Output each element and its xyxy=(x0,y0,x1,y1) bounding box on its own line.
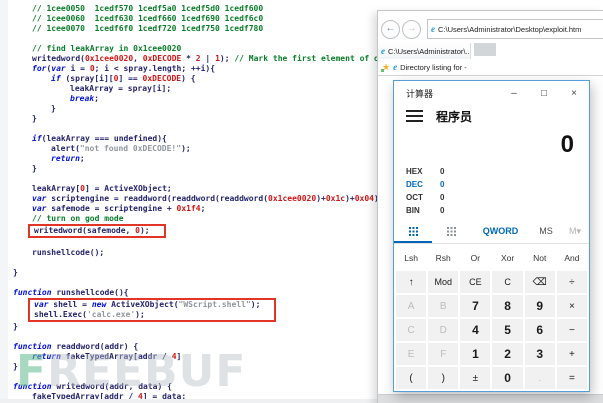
full-keypad-icon[interactable] xyxy=(394,219,432,243)
forward-button[interactable]: → xyxy=(402,19,421,39)
calc-menu-row: 程序员 xyxy=(394,105,589,127)
favorites-bar: ★ e Directory listing for - xyxy=(378,60,603,76)
favorites-star-icon[interactable]: ★ xyxy=(380,63,390,72)
calc-key-hex-a[interactable]: A xyxy=(396,295,427,317)
window-bottom-edge xyxy=(378,394,603,403)
address-bar[interactable]: e C:\Users\Administrator\Desktop\exploit… xyxy=(427,19,603,39)
calc-key-decimal[interactable]: . xyxy=(524,367,555,389)
radix-value-bin: 0 xyxy=(440,206,445,215)
calc-key-subtract[interactable]: − xyxy=(556,319,587,341)
calc-key-one[interactable]: 1 xyxy=(460,343,491,365)
screenshot-root: // 1cee0050 1cedf570 1cedf5a0 1cedf5d0 1… xyxy=(0,0,603,403)
hamburger-menu-icon[interactable] xyxy=(406,110,423,122)
back-button[interactable]: ← xyxy=(381,19,400,39)
calc-key-hex-b[interactable]: B xyxy=(428,295,459,317)
calc-keypad: Lsh Rsh Or Xor Not And ↑ Mod CE C ⌫ ÷ A B 7 8 9 × C D 4 5 6− E F… xyxy=(396,247,587,389)
radix-value-dec: 0 xyxy=(440,180,445,189)
radix-value-oct: 0 xyxy=(440,193,445,202)
red-highlight-box: var shell = new ActiveXObject("WScript.s… xyxy=(28,298,277,322)
calc-key-two[interactable]: 2 xyxy=(492,343,523,365)
calc-key-nine[interactable]: 9 xyxy=(524,295,555,317)
window-controls: – □ × xyxy=(499,88,589,99)
calc-key-four[interactable]: 4 xyxy=(460,319,491,341)
favorites-link[interactable]: Directory listing for - xyxy=(400,63,467,72)
minimize-button[interactable]: – xyxy=(499,88,529,99)
radix-value-hex: 0 xyxy=(440,167,445,176)
calc-key-rsh[interactable]: Rsh xyxy=(428,247,458,269)
radix-row-hex[interactable]: HEX 0 xyxy=(406,165,589,178)
calc-key-equals[interactable]: = xyxy=(556,367,587,389)
calculator-window: 计算器 – □ × 程序员 0 HEX 0 DEC 0 OCT 0 BIN 0 QWORD M… xyxy=(393,80,590,392)
calc-key-open-paren[interactable]: ( xyxy=(396,367,427,389)
calc-key-clear-entry[interactable]: CE xyxy=(460,271,491,293)
calc-key-shift-up[interactable]: ↑ xyxy=(396,271,427,293)
bit-toggle-keypad-icon[interactable] xyxy=(432,219,470,243)
memory-store-button[interactable]: MS xyxy=(531,226,561,236)
code-line: writedword(safemode, 0); xyxy=(34,226,150,235)
calc-key-six[interactable]: 6 xyxy=(524,319,555,341)
calc-key-lsh[interactable]: Lsh xyxy=(396,247,426,269)
calc-key-zero[interactable]: 0 xyxy=(492,367,523,389)
calc-key-and[interactable]: And xyxy=(557,247,587,269)
code-line: var shell = new ActiveXObject("WScript.s… xyxy=(34,300,261,309)
calc-mode-label: 程序员 xyxy=(436,109,473,124)
calc-key-or[interactable]: Or xyxy=(460,247,490,269)
calc-titlebar: 计算器 – □ × xyxy=(394,81,589,105)
ie-tab-icon: e xyxy=(381,45,385,56)
calc-key-eight[interactable]: 8 xyxy=(492,295,523,317)
red-highlight-box: writedword(safemode, 0); xyxy=(28,224,166,238)
maximize-button[interactable]: □ xyxy=(529,88,559,99)
code-line: shell.Exec('calc.exe'); xyxy=(34,310,145,319)
address-text: C:\Users\Administrator\Desktop\exploit.h… xyxy=(438,24,582,34)
calc-toolbar: QWORD MS M▾ xyxy=(394,219,589,244)
browser-navigation-bar: ← → e C:\Users\Administrator\Desktop\exp… xyxy=(381,19,603,39)
tab-title: C:\Users\Administrator\... xyxy=(388,46,471,56)
calc-key-divide[interactable]: ÷ xyxy=(556,271,587,293)
radix-row-oct[interactable]: OCT 0 xyxy=(406,191,589,204)
calc-key-add[interactable]: + xyxy=(556,343,587,365)
calc-title: 计算器 xyxy=(406,88,434,99)
word-size-button[interactable]: QWORD xyxy=(470,226,531,236)
radix-row-bin[interactable]: BIN 0 xyxy=(406,204,589,217)
browser-tab[interactable]: e C:\Users\Administrator\... × xyxy=(378,43,471,59)
calc-key-mod[interactable]: Mod xyxy=(428,271,459,293)
ie-page-icon: e xyxy=(431,23,435,34)
calc-key-clear[interactable]: C xyxy=(492,271,523,293)
favorites-page-icon: e xyxy=(393,62,398,72)
calc-key-hex-c[interactable]: C xyxy=(396,319,427,341)
calc-display: 0 xyxy=(560,131,574,158)
calc-key-hex-f[interactable]: F xyxy=(428,343,459,365)
calc-key-backspace[interactable]: ⌫ xyxy=(524,271,555,293)
calc-key-hex-e[interactable]: E xyxy=(396,343,427,365)
close-button[interactable]: × xyxy=(559,88,589,99)
calc-key-not[interactable]: Not xyxy=(525,247,555,269)
calc-key-seven[interactable]: 7 xyxy=(460,295,491,317)
calc-key-multiply[interactable]: × xyxy=(556,295,587,317)
calc-key-negate[interactable]: ± xyxy=(460,367,491,389)
calc-key-xor[interactable]: Xor xyxy=(492,247,522,269)
radix-row-dec[interactable]: DEC 0 xyxy=(406,178,589,191)
new-tab-button[interactable] xyxy=(474,43,496,56)
tab-bar: e C:\Users\Administrator\... × xyxy=(378,43,603,59)
radix-panel: HEX 0 DEC 0 OCT 0 BIN 0 xyxy=(394,165,589,217)
calc-key-hex-d[interactable]: D xyxy=(428,319,459,341)
calc-key-close-paren[interactable]: ) xyxy=(428,367,459,389)
calc-key-five[interactable]: 5 xyxy=(492,319,523,341)
calc-key-three[interactable]: 3 xyxy=(524,343,555,365)
memory-menu-button[interactable]: M▾ xyxy=(561,226,589,237)
